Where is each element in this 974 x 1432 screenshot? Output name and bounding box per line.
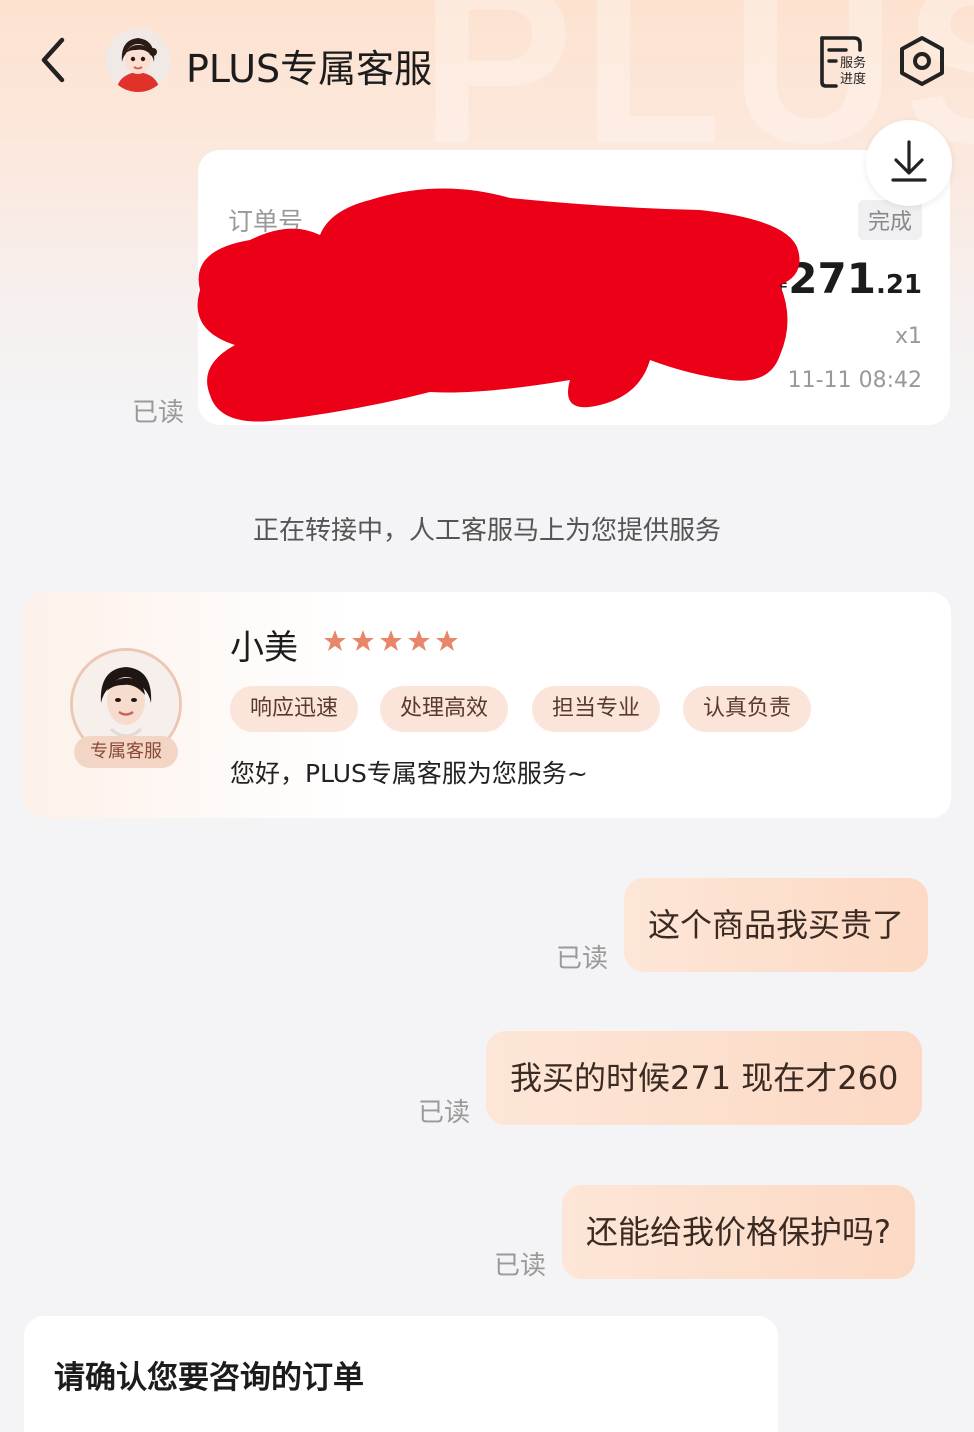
agent-card: 专属客服 小美 响应迅速 处理高效 担当专业 认真负责 您好，PLUS专属客服为… xyxy=(24,592,951,818)
progress-icon-line1: 服务 xyxy=(840,55,866,71)
order-read-status: 已读 xyxy=(132,398,185,428)
price-decimal: .21 xyxy=(875,270,922,300)
agent-cartoon-icon xyxy=(106,28,170,92)
agent-tag-pill: 处理高效 xyxy=(380,686,509,732)
star-icon xyxy=(352,630,374,651)
star-icon xyxy=(380,630,402,651)
back-arrow-icon[interactable] xyxy=(36,34,76,86)
confirm-order-title: 请确认您要咨询的订单 xyxy=(54,1360,364,1396)
star-icons xyxy=(324,630,458,651)
star-icon xyxy=(436,630,458,651)
agent-tag-pill: 响应迅速 xyxy=(230,686,359,732)
user-message-bubble[interactable]: 这个商品我买贵了 xyxy=(624,878,929,972)
download-button[interactable] xyxy=(866,120,952,206)
download-arrow-icon xyxy=(891,140,927,182)
order-quantity: x1 xyxy=(894,324,922,349)
user-message-bubble[interactable]: 还能给我价格保护吗? xyxy=(562,1185,915,1279)
top-bar: PLUS专属客服 服务 进度 xyxy=(0,0,974,120)
transfer-notice: 正在转接中，人工客服马上为您提供服务 xyxy=(252,516,721,546)
agent-rating-stars xyxy=(324,630,458,651)
redaction-scribble xyxy=(197,188,800,422)
agent-tag-pill: 担当专业 xyxy=(532,686,661,732)
agent-tag-pill: 认真负责 xyxy=(683,686,812,732)
message-read-status: 已读 xyxy=(556,944,609,974)
service-avatar[interactable] xyxy=(106,28,170,92)
message-read-status: 已读 xyxy=(418,1098,471,1128)
star-icon xyxy=(408,630,430,651)
star-icon xyxy=(324,630,346,651)
confirm-order-card[interactable]: 请确认您要咨询的订单 xyxy=(24,1316,778,1432)
agent-name: 小美 xyxy=(230,628,298,668)
service-progress-icon[interactable]: 服务 进度 xyxy=(814,32,872,90)
user-message-bubble[interactable]: 我买的时候271 现在才260 xyxy=(486,1031,923,1125)
order-status-badge: 完成 xyxy=(857,200,922,240)
progress-icon-line2: 进度 xyxy=(840,71,866,87)
page-title: PLUS专属客服 xyxy=(186,47,433,91)
agent-badge: 专属客服 xyxy=(74,736,178,768)
settings-hexagon-icon[interactable] xyxy=(896,34,948,88)
agent-greeting: 您好，PLUS专属客服为您服务~ xyxy=(230,759,588,788)
message-read-status: 已读 xyxy=(494,1251,547,1281)
